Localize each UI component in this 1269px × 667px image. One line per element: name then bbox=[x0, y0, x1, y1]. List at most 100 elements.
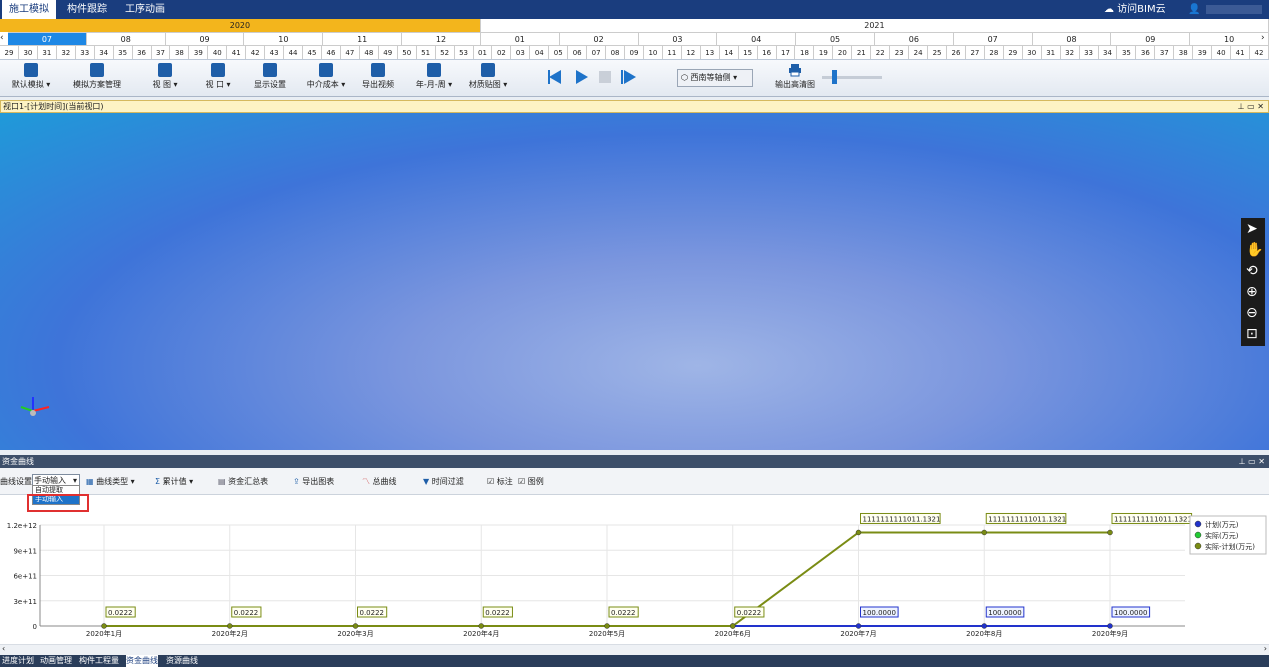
week-cell[interactable]: 40 bbox=[1212, 45, 1232, 59]
week-cell[interactable]: 27 bbox=[965, 45, 985, 59]
toolbar-button-3[interactable]: 视 口 ▾ bbox=[196, 62, 240, 95]
tab-component-tracking[interactable]: 构件跟踪 bbox=[60, 0, 114, 19]
week-cell[interactable]: 33 bbox=[1079, 45, 1099, 59]
toolbar-button-6[interactable]: 导出视频 bbox=[355, 62, 401, 95]
year-cell[interactable]: 2020 bbox=[0, 19, 481, 32]
year-cell[interactable]: 2021 bbox=[480, 19, 1269, 32]
week-cell[interactable]: 02 bbox=[492, 45, 512, 59]
week-cell[interactable]: 36 bbox=[1136, 45, 1156, 59]
month-cell[interactable]: 01 bbox=[480, 32, 560, 45]
week-cell[interactable]: 48 bbox=[359, 45, 379, 59]
week-cell[interactable]: 14 bbox=[719, 45, 739, 59]
bottom-tab-quantity[interactable]: 构件工程量 bbox=[79, 655, 119, 667]
month-cell[interactable]: 10 bbox=[1190, 32, 1269, 45]
week-cell[interactable]: 41 bbox=[1231, 45, 1251, 59]
week-cell[interactable]: 20 bbox=[833, 45, 853, 59]
toolbar-button-4[interactable]: 显示设置 bbox=[248, 62, 292, 95]
week-cell[interactable]: 53 bbox=[454, 45, 474, 59]
play-button[interactable] bbox=[575, 69, 589, 85]
week-cell[interactable]: 40 bbox=[208, 45, 228, 59]
week-cell[interactable]: 32 bbox=[56, 45, 76, 59]
week-cell[interactable]: 07 bbox=[587, 45, 607, 59]
hand-pan-icon[interactable]: ✋ bbox=[1246, 242, 1263, 258]
week-cell[interactable]: 12 bbox=[681, 45, 701, 59]
zoom-slider-track[interactable] bbox=[822, 76, 882, 79]
toolbar-button-8[interactable]: 材质贴图 ▾ bbox=[464, 62, 512, 95]
tab-process-animation[interactable]: 工序动画 bbox=[118, 0, 172, 19]
3d-viewport[interactable] bbox=[0, 113, 1269, 450]
window-controls[interactable]: ⊥ ▭ ✕ bbox=[1238, 101, 1264, 112]
week-cell[interactable]: 09 bbox=[625, 45, 644, 59]
horizontal-scrollbar[interactable]: ‹ › bbox=[0, 644, 1269, 655]
week-cell[interactable]: 04 bbox=[530, 45, 550, 59]
week-cell[interactable]: 34 bbox=[94, 45, 114, 59]
month-cell[interactable]: 05 bbox=[796, 32, 875, 45]
week-cell[interactable]: 36 bbox=[132, 45, 152, 59]
week-cell[interactable]: 49 bbox=[378, 45, 398, 59]
week-cell[interactable]: 15 bbox=[738, 45, 758, 59]
month-cell[interactable]: 10 bbox=[244, 32, 324, 45]
week-cell[interactable]: 38 bbox=[170, 45, 190, 59]
bottom-tab-fund-curve[interactable]: 资金曲线 bbox=[126, 655, 158, 667]
week-cell[interactable]: 26 bbox=[947, 45, 966, 59]
step-back-button[interactable] bbox=[548, 69, 562, 85]
week-cell[interactable]: 06 bbox=[568, 45, 588, 59]
toolbar-button-5[interactable]: 中介成本 ▾ bbox=[303, 62, 349, 95]
week-cell[interactable]: 28 bbox=[984, 45, 1004, 59]
step-forward-button[interactable] bbox=[621, 69, 637, 85]
zoom-in-icon[interactable]: ⊕ bbox=[1246, 284, 1258, 300]
week-cell[interactable]: 35 bbox=[113, 45, 133, 59]
zoom-out-icon[interactable]: ⊖ bbox=[1246, 305, 1258, 321]
week-cell[interactable]: 05 bbox=[549, 45, 569, 59]
month-cell[interactable]: 03 bbox=[638, 32, 718, 45]
week-cell[interactable]: 11 bbox=[662, 45, 682, 59]
orbit-icon[interactable]: ⟲ bbox=[1246, 263, 1258, 279]
zoom-fit-icon[interactable]: ⊡ bbox=[1246, 326, 1258, 342]
week-cell[interactable]: 39 bbox=[189, 45, 209, 59]
toolbar-button-0[interactable]: 默认模拟 ▾ bbox=[8, 62, 54, 95]
cloud-link[interactable]: ☁ 访问BIM云 bbox=[1104, 0, 1166, 19]
week-cell[interactable]: 37 bbox=[1155, 45, 1175, 59]
legend-checkbox[interactable]: ☑ 图例 bbox=[518, 475, 544, 489]
week-cell[interactable]: 33 bbox=[75, 45, 95, 59]
timeline-ruler[interactable]: 2020 2021 07 08 09 10 11 12 01 02 03 04 05 06 07 08 09 1… bbox=[0, 19, 1269, 60]
time-filter-button[interactable]: ▼ 时间过滤 bbox=[423, 475, 464, 489]
week-cell[interactable]: 13 bbox=[700, 45, 720, 59]
week-cell[interactable]: 16 bbox=[757, 45, 777, 59]
month-cell[interactable]: 02 bbox=[559, 32, 639, 45]
month-cell[interactable]: 07 bbox=[953, 32, 1033, 45]
week-cell[interactable]: 03 bbox=[511, 45, 531, 59]
panel-window-controls[interactable]: ⊥ ▭ ✕ bbox=[1239, 455, 1265, 468]
week-cell[interactable]: 18 bbox=[795, 45, 815, 59]
week-cell[interactable]: 23 bbox=[890, 45, 910, 59]
bottom-tab-schedule[interactable]: 进度计划 bbox=[2, 655, 34, 667]
week-cell[interactable]: 25 bbox=[928, 45, 947, 59]
week-cell[interactable]: 44 bbox=[284, 45, 304, 59]
bottom-tab-animation[interactable]: 动画管理 bbox=[40, 655, 72, 667]
week-cell[interactable]: 31 bbox=[37, 45, 57, 59]
week-cell[interactable]: 19 bbox=[814, 45, 834, 59]
timeline-right-arrow[interactable]: › bbox=[1261, 32, 1269, 45]
month-cell[interactable]: 12 bbox=[402, 32, 481, 45]
timeline-left-arrow[interactable]: ‹ bbox=[0, 32, 8, 45]
week-cell[interactable]: 30 bbox=[1022, 45, 1042, 59]
week-cell[interactable]: 37 bbox=[151, 45, 171, 59]
week-cell[interactable]: 42 bbox=[246, 45, 266, 59]
week-cell[interactable]: 29 bbox=[0, 45, 19, 59]
annotation-checkbox[interactable]: ☑ 标注 bbox=[487, 475, 513, 489]
export-chart-button[interactable]: ⇪ 导出图表 bbox=[293, 475, 334, 489]
week-cell[interactable]: 34 bbox=[1098, 45, 1118, 59]
week-cell[interactable]: 30 bbox=[18, 45, 38, 59]
toolbar-button-1[interactable]: 模拟方案管理 bbox=[66, 62, 128, 95]
week-cell[interactable]: 10 bbox=[643, 45, 663, 59]
toolbar-button-7[interactable]: 年-月-周 ▾ bbox=[410, 62, 458, 95]
week-cell[interactable]: 08 bbox=[606, 45, 626, 59]
tab-construction-sim[interactable]: 施工模拟 bbox=[2, 0, 56, 19]
user-icon[interactable]: 👤 bbox=[1188, 0, 1200, 19]
week-cell[interactable]: 35 bbox=[1117, 45, 1137, 59]
export-hd-image-button[interactable]: 输出高清图 bbox=[773, 62, 817, 95]
week-cell[interactable]: 51 bbox=[416, 45, 436, 59]
month-cell[interactable]: 11 bbox=[323, 32, 403, 45]
month-cell[interactable]: 08 bbox=[1032, 32, 1112, 45]
month-cell[interactable]: 04 bbox=[717, 32, 797, 45]
